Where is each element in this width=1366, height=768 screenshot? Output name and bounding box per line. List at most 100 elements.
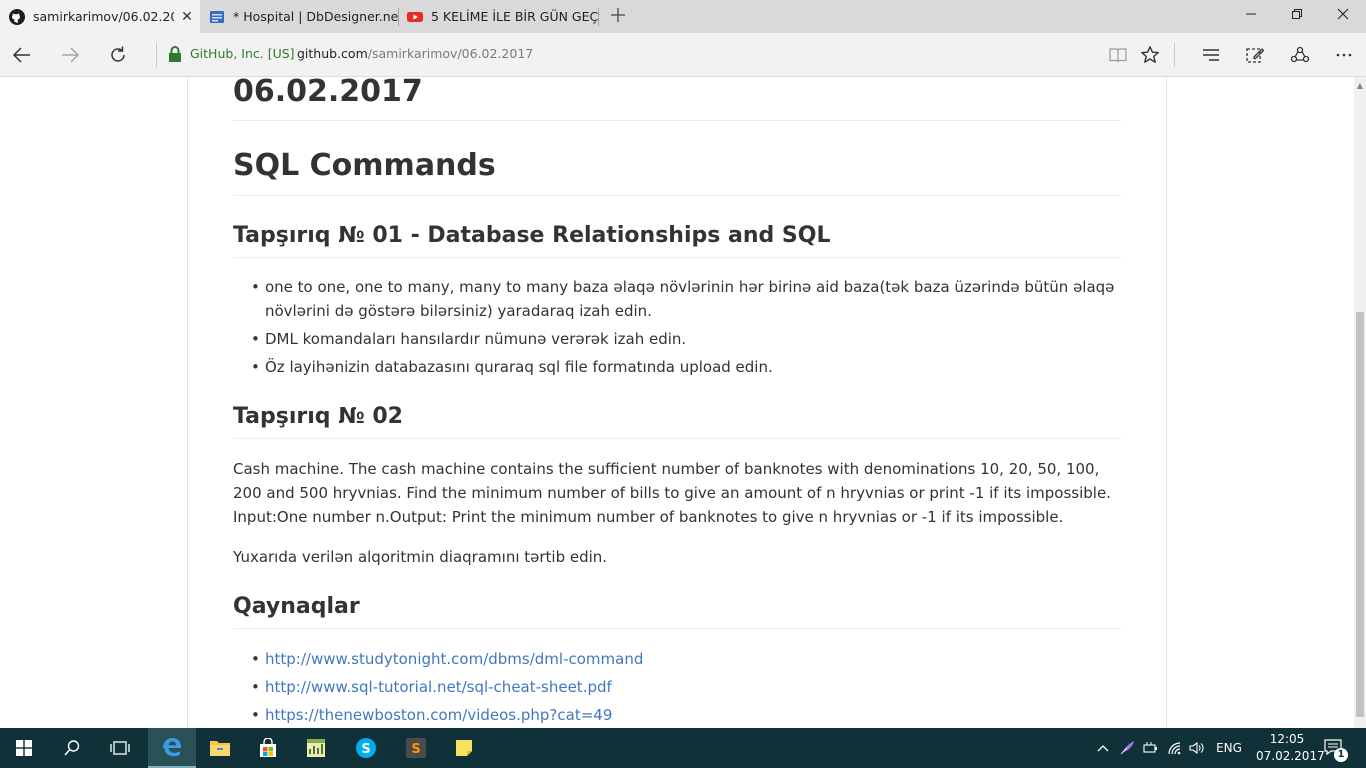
- minimize-button[interactable]: [1228, 0, 1274, 33]
- tab-youtube[interactable]: 5 KELİME İLE BİR GÜN GEÇİ: [398, 0, 598, 33]
- clock-date: 07.02.2017: [1256, 749, 1325, 763]
- source-link[interactable]: http://www.sql-tutorial.net/sql-cheat-sh…: [265, 678, 612, 696]
- hub-button[interactable]: [1195, 39, 1227, 71]
- feather-pen-icon: [1120, 741, 1134, 755]
- close-icon: [1337, 8, 1349, 20]
- source-link[interactable]: https://thenewboston.com/videos.php?cat=…: [265, 706, 612, 724]
- list-item: one to one, one to many, many to many ba…: [251, 275, 1121, 323]
- refresh-button[interactable]: [102, 39, 134, 71]
- task1-list: one to one, one to many, many to many ba…: [251, 275, 1121, 383]
- reading-view-button[interactable]: [1102, 39, 1134, 71]
- tab-separator: [598, 8, 599, 26]
- folder-icon: [210, 741, 230, 756]
- youtube-icon: [407, 9, 423, 25]
- task2-instruction: Yuxarıda verilən alqoritmin diaqramını t…: [233, 548, 608, 566]
- task2-description: Cash machine. The cash machine contains …: [233, 460, 1111, 526]
- sources-list: http://www.studytonight.com/dbms/dml-com…: [251, 647, 1121, 728]
- dbdesigner-icon: [209, 9, 225, 25]
- content-border: [1166, 77, 1167, 728]
- tab-title: * Hospital | DbDesigner.net: [233, 9, 398, 24]
- notification-count-badge: 1: [1334, 748, 1348, 762]
- list-item: http://www.studytonight.com/dbms/dml-com…: [251, 647, 1121, 671]
- start-button[interactable]: [0, 728, 48, 768]
- star-icon: [1141, 46, 1159, 63]
- tray-pen[interactable]: [1116, 728, 1138, 768]
- taskbar-sublime[interactable]: S: [392, 728, 440, 768]
- windows-logo-icon: [16, 740, 32, 756]
- list-item: http://www.sql-tutorial.net/sql-cheat-sh…: [251, 675, 1121, 699]
- address-toolbar: GitHub, Inc. [US] github.com/samirkarimo…: [0, 33, 1366, 77]
- taskbar-skype[interactable]: S: [342, 728, 390, 768]
- tray-wifi[interactable]: [1164, 728, 1186, 768]
- taskbar-file-explorer[interactable]: [196, 728, 244, 768]
- clock-time: 12:05: [1269, 732, 1305, 746]
- back-button[interactable]: [6, 39, 38, 71]
- heading-rule: [233, 195, 1121, 196]
- speaker-icon: [1189, 741, 1204, 755]
- task-view-button[interactable]: [96, 728, 144, 768]
- hub-lines-icon: [1203, 49, 1219, 61]
- tab-github[interactable]: samirkarimov/06.02.201 ✕: [0, 0, 200, 33]
- input-language[interactable]: ENG: [1212, 728, 1246, 768]
- new-tab-button[interactable]: [606, 4, 630, 28]
- show-hidden-icons-button[interactable]: [1092, 728, 1114, 768]
- store-icon: [260, 738, 276, 757]
- action-center-button[interactable]: 1: [1318, 728, 1352, 768]
- lock-icon: [169, 46, 181, 62]
- close-window-button[interactable]: [1320, 0, 1366, 33]
- search-icon: [64, 740, 80, 756]
- heading-rule: [233, 120, 1121, 121]
- refresh-icon: [111, 46, 125, 62]
- url-path: /samirkarimov/06.02.2017: [367, 46, 534, 61]
- tab-bar: samirkarimov/06.02.201 ✕ * Hospital | Db…: [0, 0, 1366, 33]
- web-note-button[interactable]: [1239, 39, 1271, 71]
- page-viewport: 06.02.2017 SQL Commands Tapşırıq № 01 - …: [0, 77, 1354, 728]
- toolbar-separator: [1174, 43, 1175, 67]
- taskbar: S S ENG 12:05 07.02.2017 1: [0, 728, 1366, 768]
- search-button[interactable]: [48, 728, 96, 768]
- tray-battery[interactable]: [1140, 728, 1162, 768]
- task2-heading: Tapşırıq № 02: [233, 404, 403, 429]
- forward-button[interactable]: [54, 39, 86, 71]
- tray-volume[interactable]: [1186, 728, 1208, 768]
- taskbar-store[interactable]: [244, 728, 292, 768]
- source-link[interactable]: http://www.studytonight.com/dbms/dml-com…: [265, 650, 643, 668]
- share-icon: [1290, 46, 1310, 63]
- url-field[interactable]: github.com/samirkarimov/06.02.2017: [297, 46, 533, 61]
- more-dots-icon: [1336, 53, 1352, 57]
- heading-rule: [233, 257, 1121, 258]
- sticky-notes-icon: [456, 740, 472, 756]
- tab-title: samirkarimov/06.02.201: [33, 9, 174, 24]
- book-icon: [1109, 48, 1127, 63]
- scroll-up-icon[interactable]: ▲: [1354, 81, 1366, 91]
- back-arrow-icon: [12, 47, 30, 63]
- plus-icon: [611, 8, 625, 22]
- scrollbar-thumb[interactable]: [1356, 312, 1364, 717]
- share-button[interactable]: [1284, 39, 1316, 71]
- heading-rule: [233, 628, 1121, 629]
- web-note-icon: [1246, 48, 1265, 63]
- heading-rule: [233, 438, 1121, 439]
- content-border: [187, 77, 188, 728]
- list-item: DML komandaları hansılardır nümunə verər…: [251, 327, 1121, 351]
- svg-text:S: S: [361, 742, 370, 757]
- site-identity[interactable]: GitHub, Inc. [US]: [190, 46, 295, 61]
- sources-heading: Qaynaqlar: [233, 594, 360, 619]
- close-tab-icon[interactable]: ✕: [174, 9, 200, 25]
- favorite-button[interactable]: [1134, 39, 1166, 71]
- restore-button[interactable]: [1274, 0, 1320, 33]
- list-item: Öz layihənizin databazasını quraraq sql …: [251, 355, 1121, 379]
- svg-text:S: S: [411, 742, 420, 757]
- more-button[interactable]: [1328, 39, 1360, 71]
- chevron-up-icon: [1097, 745, 1109, 752]
- clock[interactable]: 12:05 07.02.2017: [1256, 731, 1325, 765]
- list-item: https://thenewboston.com/videos.php?cat=…: [251, 703, 1121, 727]
- taskbar-edge[interactable]: [148, 728, 196, 768]
- taskbar-app[interactable]: [292, 728, 340, 768]
- forward-arrow-icon: [62, 47, 80, 63]
- battery-plug-icon: [1143, 742, 1157, 753]
- taskbar-sticky-notes[interactable]: [440, 728, 488, 768]
- vertical-scrollbar[interactable]: ▲: [1354, 77, 1366, 728]
- tab-dbdesigner[interactable]: * Hospital | DbDesigner.net: [200, 0, 398, 33]
- page-title: SQL Commands: [233, 148, 496, 183]
